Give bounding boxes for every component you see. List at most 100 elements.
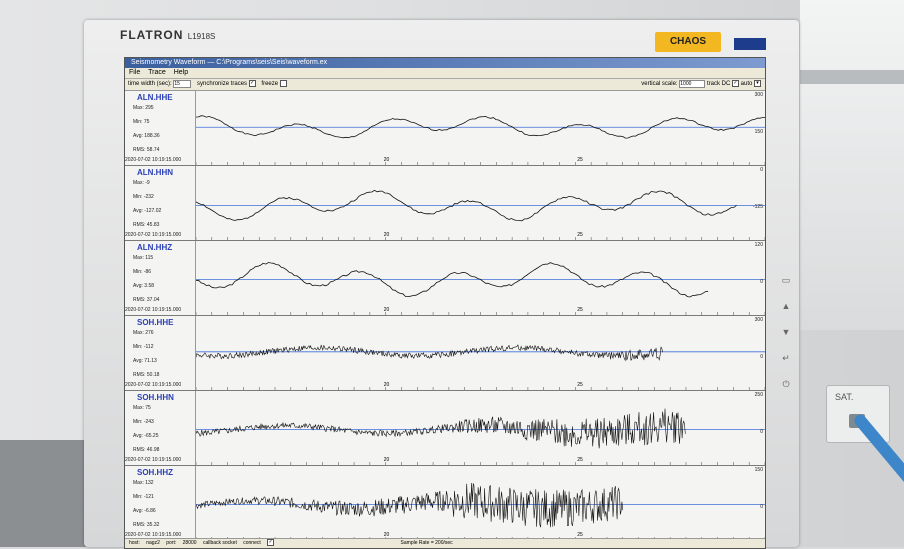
scale-top: 150 <box>754 467 763 473</box>
freeze-checkbox[interactable] <box>279 79 287 87</box>
chaos-sticker: CHAOS <box>655 32 721 52</box>
track-dc-label: track DC <box>706 81 731 87</box>
vertical-scale-input[interactable] <box>679 80 706 88</box>
station-name: ALN.HHZ <box>137 243 173 252</box>
waveform-plot[interactable]: 20 25 150 0 <box>195 466 765 540</box>
trace-info: ALN.HHZ Max: 115 Min: -86 Avg: 3.58 RMS:… <box>125 241 196 315</box>
stat-rms: RMS: 35.32 <box>133 522 160 528</box>
time-tick-label: 25 <box>577 457 583 463</box>
stat-min: Min: 75 <box>133 119 150 125</box>
scale-top: 300 <box>754 317 763 323</box>
scale-mid: 150 <box>754 129 763 135</box>
scale-mid: 0 <box>760 504 763 510</box>
station-name: SOH.HHE <box>137 318 174 327</box>
freeze-label: freeze <box>261 81 279 87</box>
window-frame <box>800 70 904 84</box>
scale-mid: 0 <box>760 429 763 435</box>
time-tick-label: 20 <box>384 307 390 313</box>
stat-max: Max: 75 <box>133 405 151 411</box>
freeze-group: freeze <box>261 79 287 90</box>
time-width-group: time width (sec): <box>128 79 192 90</box>
station-name: SOH.HHN <box>137 393 174 402</box>
timestamp: 2020-07-02 10:19:15.000 <box>125 307 182 313</box>
time-tick-label: 20 <box>384 382 390 388</box>
stat-max: Max: -9 <box>133 180 150 186</box>
waveform-svg: 20 25 <box>195 115 765 165</box>
menu-button-icon[interactable]: ▭ <box>779 275 793 301</box>
sync-label: synchronize traces <box>197 81 248 87</box>
window-title: Seismometry Waveform — C:\Programs\seis\… <box>125 58 765 68</box>
brand-name: FLATRON <box>120 28 184 42</box>
sync-group: synchronize traces ✓ <box>197 79 256 90</box>
menu-trace[interactable]: Trace <box>148 69 166 76</box>
trace-info: SOH.HHN Max: 75 Min: -243 Avg: -65.25 RM… <box>125 391 196 465</box>
time-tick-label: 20 <box>384 157 390 163</box>
stat-min: Min: -243 <box>133 419 154 425</box>
up-button-icon[interactable]: ▲ <box>779 301 793 327</box>
waveform-line <box>195 408 686 449</box>
waveform-svg: 20 25 <box>195 189 765 240</box>
toolbar: time width (sec): synchronize traces ✓ f… <box>125 79 765 91</box>
scale-mid: -125 <box>752 204 763 210</box>
time-tick-label: 25 <box>577 382 583 388</box>
trace-panel: SOH.HHN Max: 75 Min: -243 Avg: -65.25 RM… <box>125 391 765 466</box>
port-value[interactable]: 28000 <box>183 540 197 546</box>
time-tick-label: 25 <box>577 307 583 313</box>
track-dc-checkbox[interactable]: ✓ <box>731 79 739 87</box>
waveform-plot[interactable]: 20 25 120 0 <box>195 241 765 315</box>
waveform-svg: 20 25 <box>195 408 765 465</box>
port-label: port: <box>166 540 177 546</box>
trace-panels: ALN.HHE Max: 295 Min: 75 Avg: 188.36 RMS… <box>125 91 765 541</box>
waveform-plot[interactable]: 20 25 300 150 <box>195 91 765 165</box>
sync-checkbox[interactable]: ✓ <box>248 79 256 87</box>
waveform-plot[interactable]: 20 25 250 0 <box>195 391 765 465</box>
trace-info: SOH.HHZ Max: 132 Min: -121 Avg: -6.86 RM… <box>125 466 196 540</box>
stat-rms: RMS: 58.74 <box>133 147 160 153</box>
waveform-plot[interactable]: 20 25 300 0 <box>195 316 765 390</box>
socket-label: SAT. <box>835 392 854 402</box>
monitor-buttons: ▭ ▲ ▼ ↵ ⏻ <box>779 275 793 405</box>
energy-logo-icon <box>734 38 766 50</box>
waveform-plot[interactable]: 20 25 0 -125 <box>195 166 765 240</box>
time-width-label: time width (sec): <box>128 81 172 87</box>
station-name: ALN.HHN <box>137 168 173 177</box>
scale-top: 250 <box>754 392 763 398</box>
enter-button-icon[interactable]: ↵ <box>779 353 793 379</box>
stat-avg: Avg: 71.13 <box>133 358 157 364</box>
stat-avg: Avg: -6.86 <box>133 508 156 514</box>
trace-panel: ALN.HHE Max: 295 Min: 75 Avg: 188.36 RMS… <box>125 91 765 166</box>
stat-min: Min: -121 <box>133 494 154 500</box>
scale-top: 300 <box>754 92 763 98</box>
host-value[interactable]: nagz2 <box>146 540 160 546</box>
trace-panel: ALN.HHZ Max: 115 Min: -86 Avg: 3.58 RMS:… <box>125 241 765 316</box>
trace-info: ALN.HHE Max: 295 Min: 75 Avg: 188.36 RMS… <box>125 91 196 165</box>
waveform-svg: 20 25 <box>195 482 765 540</box>
trace-panel: ALN.HHN Max: -9 Min: -232 Avg: -127.02 R… <box>125 166 765 241</box>
stat-max: Max: 276 <box>133 330 154 336</box>
time-tick-label: 20 <box>384 457 390 463</box>
power-button-icon[interactable]: ⏻ <box>779 379 793 405</box>
time-tick-label: 25 <box>577 232 583 238</box>
scale-top: 0 <box>760 167 763 173</box>
down-button-icon[interactable]: ▼ <box>779 327 793 353</box>
time-width-input[interactable] <box>173 80 192 88</box>
waveform-line <box>195 344 663 362</box>
timestamp: 2020-07-02 10:19:15.000 <box>125 382 182 388</box>
menu-help[interactable]: Help <box>174 69 188 76</box>
stat-max: Max: 132 <box>133 480 154 486</box>
auto-label: auto <box>740 81 753 87</box>
menu-file[interactable]: File <box>129 69 140 76</box>
trace-info: ALN.HHN Max: -9 Min: -232 Avg: -127.02 R… <box>125 166 196 240</box>
connect-checkbox[interactable]: ✓ <box>267 539 275 547</box>
scale-top: 120 <box>754 242 763 248</box>
sample-rate: Sample Rate = 200/sec <box>400 540 453 546</box>
stat-rms: RMS: 37.04 <box>133 297 160 303</box>
timestamp: 2020-07-02 10:19:15.000 <box>125 457 182 463</box>
window <box>800 0 904 330</box>
monitor-bezel: FLATRON L1918S CHAOS ▭ ▲ ▼ ↵ ⏻ Seismomet… <box>84 20 799 549</box>
stat-min: Min: -232 <box>133 194 154 200</box>
auto-dropdown-icon[interactable]: ▾ <box>754 79 761 87</box>
stat-max: Max: 295 <box>133 105 154 111</box>
stat-max: Max: 115 <box>133 255 154 261</box>
stat-avg: Avg: 188.36 <box>133 133 160 139</box>
